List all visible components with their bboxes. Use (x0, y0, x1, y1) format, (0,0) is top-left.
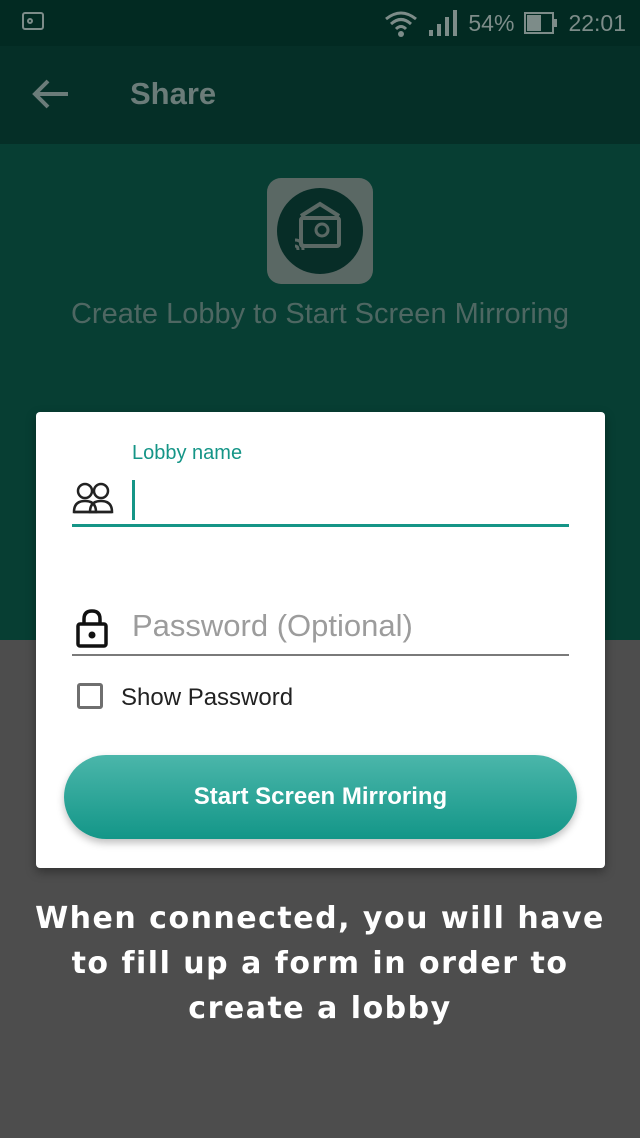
lock-icon (76, 609, 108, 648)
app-logo-icon (267, 178, 373, 284)
app-logo-inner (277, 188, 363, 274)
password-input[interactable] (132, 606, 569, 646)
caption-line-1: When connected, you will have (35, 901, 605, 936)
signal-icon (429, 10, 458, 36)
caption: When connected, you will have to fill up… (20, 896, 620, 1031)
cast-icon (294, 201, 341, 251)
caption-line-2: to fill up a form in order to (71, 946, 569, 981)
headline: Create Lobby to Start Screen Mirroring (70, 298, 570, 330)
caption-line-3: create a lobby (188, 991, 452, 1026)
status-right: 54% 22:01 (384, 8, 626, 38)
lobby-name-input[interactable] (132, 480, 135, 520)
battery-icon (524, 12, 558, 34)
radio-icon (22, 12, 44, 30)
show-password-label[interactable]: Show Password (121, 684, 293, 712)
wifi-icon (385, 11, 418, 37)
group-icon (72, 482, 114, 514)
lobby-name-label: Lobby name (132, 442, 243, 464)
lobby-name-underline (72, 524, 569, 527)
app-bar: Share (0, 46, 640, 144)
status-bar: 54% 22:01 (0, 0, 640, 46)
password-underline (72, 654, 569, 656)
back-arrow-icon[interactable] (30, 76, 70, 112)
clock: 22:01 (568, 9, 626, 36)
show-password-checkbox[interactable] (77, 683, 103, 709)
battery-percent: 54% (468, 9, 515, 36)
page-title: Share (130, 76, 217, 111)
start-screen-mirroring-button[interactable]: Start Screen Mirroring (64, 755, 577, 839)
create-lobby-dialog: Lobby name Show Password Start Screen Mi… (36, 412, 605, 868)
